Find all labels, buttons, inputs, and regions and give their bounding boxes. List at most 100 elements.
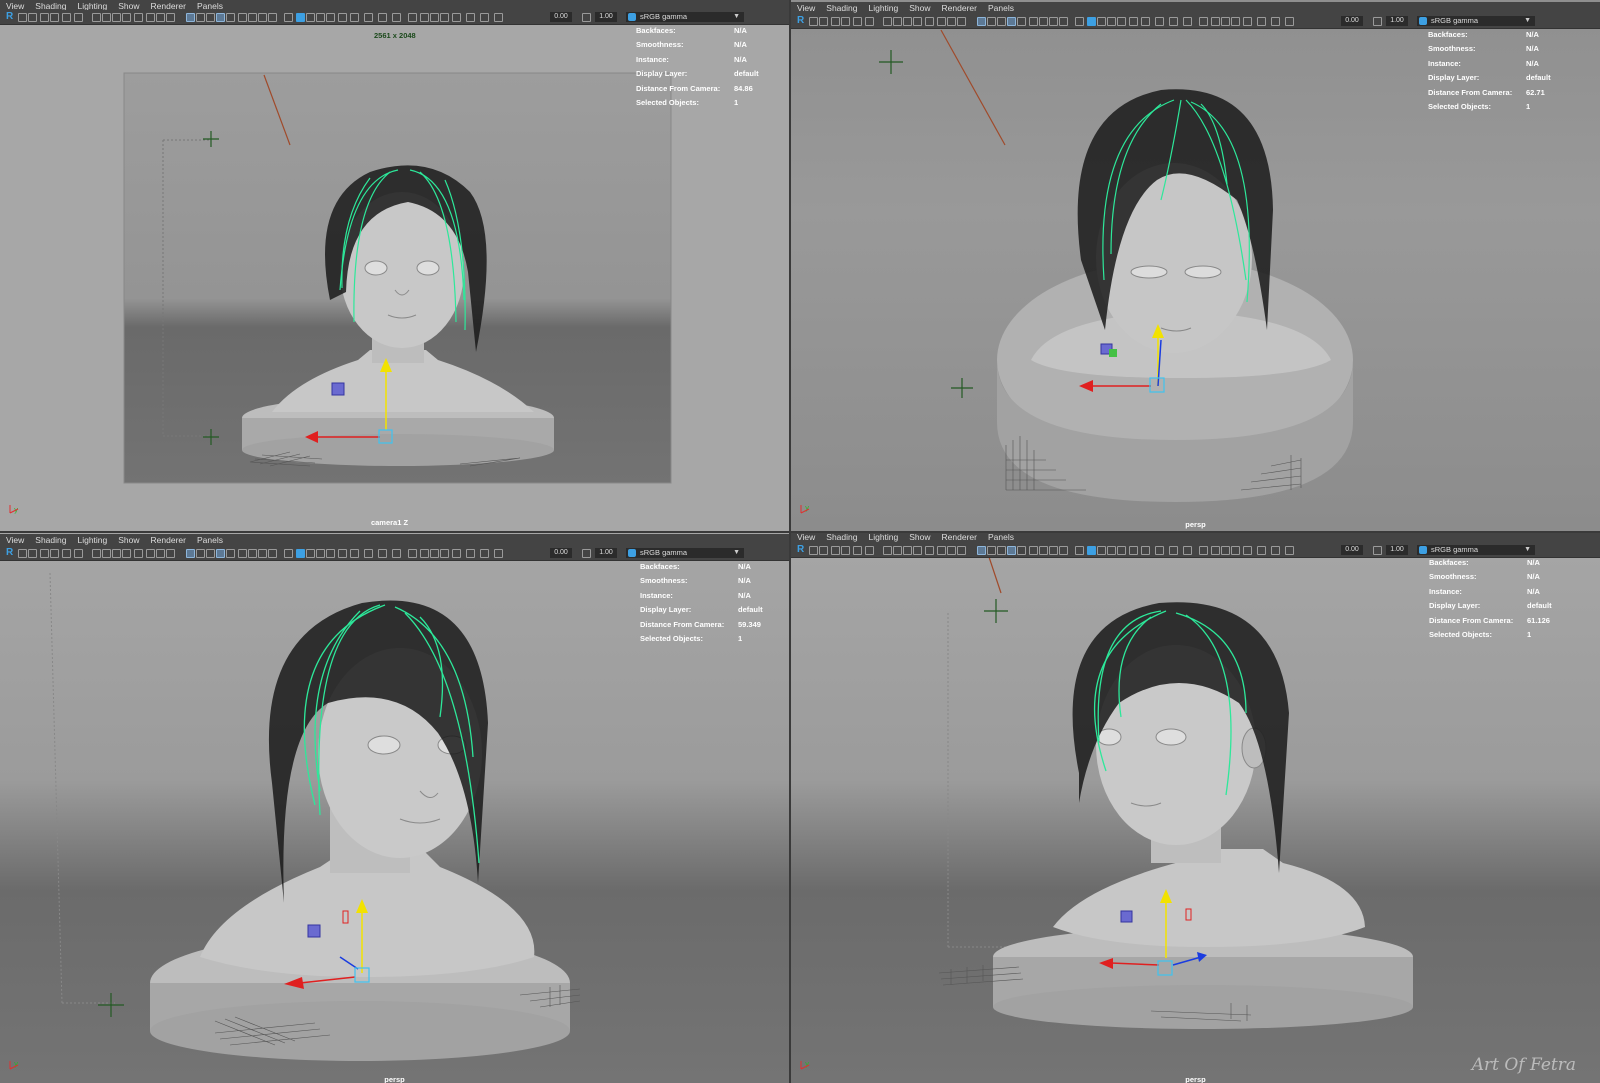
toolbar-tool-icon[interactable] bbox=[40, 13, 49, 22]
toolbar-tool-icon[interactable] bbox=[408, 549, 417, 558]
toolbar-tool-icon[interactable] bbox=[913, 546, 922, 555]
toolbar-tool-icon[interactable] bbox=[1141, 17, 1150, 26]
menu-show[interactable]: Show bbox=[118, 535, 139, 545]
toolbar-tool-icon[interactable] bbox=[1075, 546, 1084, 555]
toolbar-tool-icon[interactable] bbox=[1097, 17, 1106, 26]
toolbar-tool-icon[interactable] bbox=[440, 549, 449, 558]
toolbar-tool-icon[interactable] bbox=[306, 13, 315, 22]
r-logo-icon[interactable]: R bbox=[6, 11, 15, 22]
toolbar-tool-icon[interactable] bbox=[112, 13, 121, 22]
toolbar-tool-icon[interactable] bbox=[1059, 17, 1068, 26]
toolbar-tool-icon[interactable] bbox=[226, 13, 235, 22]
toolbar-tool-icon[interactable] bbox=[196, 13, 205, 22]
toolbar-tool-icon[interactable] bbox=[831, 17, 840, 26]
toolbar-tool-icon[interactable] bbox=[1183, 17, 1192, 26]
toolbar-tool-icon[interactable] bbox=[1141, 546, 1150, 555]
gamma-icon[interactable] bbox=[1373, 546, 1382, 555]
menu-renderer[interactable]: Renderer bbox=[942, 3, 977, 13]
toolbar-tool-icon[interactable] bbox=[62, 13, 71, 22]
toolbar-tool-icon[interactable] bbox=[1039, 17, 1048, 26]
r-logo-icon[interactable]: R bbox=[797, 15, 806, 26]
toolbar-tool-icon[interactable] bbox=[1183, 546, 1192, 555]
toolbar-tool-icon[interactable] bbox=[1155, 17, 1164, 26]
toolbar-tool-icon[interactable] bbox=[74, 13, 83, 22]
viewport-top-right[interactable]: y View Shading Lighting Show Renderer Panels … bbox=[791, 0, 1600, 531]
toolbar-tool-icon[interactable] bbox=[452, 13, 461, 22]
toolbar-tool-icon[interactable] bbox=[452, 549, 461, 558]
toolbar-tool-icon[interactable] bbox=[1243, 546, 1252, 555]
toolbar-tool-icon[interactable] bbox=[913, 17, 922, 26]
menu-shading[interactable]: Shading bbox=[826, 3, 857, 13]
toolbar-tool-icon[interactable] bbox=[1231, 546, 1240, 555]
toolbar-tool-icon[interactable] bbox=[809, 546, 818, 555]
toolbar-tool-icon[interactable] bbox=[92, 13, 101, 22]
toolbar-tool-icon[interactable] bbox=[987, 17, 996, 26]
toolbar-tool-icon[interactable] bbox=[1285, 17, 1294, 26]
toolbar-tool-icon[interactable] bbox=[28, 13, 37, 22]
toolbar-tool-icon[interactable] bbox=[494, 549, 503, 558]
gamma-icon[interactable] bbox=[582, 549, 591, 558]
toolbar-tool-icon[interactable] bbox=[1017, 546, 1026, 555]
viewport-bottom-right[interactable]: y View Shading Lighting Show Renderer Panels … bbox=[791, 533, 1600, 1083]
toolbar-tool-icon[interactable] bbox=[338, 13, 347, 22]
toolbar-tool-icon[interactable] bbox=[1155, 546, 1164, 555]
toolbar-tool-icon[interactable] bbox=[1117, 17, 1126, 26]
menu-show[interactable]: Show bbox=[909, 533, 930, 542]
toolbar-tool-icon[interactable] bbox=[957, 17, 966, 26]
toolbar-tool-icon[interactable] bbox=[865, 17, 874, 26]
toolbar-tool-icon[interactable] bbox=[430, 13, 439, 22]
toolbar-tool-icon[interactable] bbox=[1271, 17, 1280, 26]
toolbar-tool-icon[interactable] bbox=[350, 13, 359, 22]
menu-panels[interactable]: Panels bbox=[197, 535, 223, 545]
toolbar-tool-icon[interactable] bbox=[925, 17, 934, 26]
toolbar-tool-icon[interactable] bbox=[809, 17, 818, 26]
toolbar-tool-icon[interactable] bbox=[206, 13, 215, 22]
toolbar-tool-icon[interactable] bbox=[238, 549, 247, 558]
toolbar-tool-icon[interactable] bbox=[947, 17, 956, 26]
toolbar-tool-icon[interactable] bbox=[258, 549, 267, 558]
toolbar-tool-icon[interactable] bbox=[186, 549, 195, 558]
toolbar-tool-icon[interactable] bbox=[296, 13, 305, 22]
gamma-field[interactable]: 1.00 bbox=[1386, 545, 1408, 555]
toolbar-tool-icon[interactable] bbox=[883, 546, 892, 555]
viewport-top-left[interactable]: y 2561 x 2048 ViewShadingLightingShowRen… bbox=[0, 0, 789, 531]
toolbar-tool-icon[interactable] bbox=[364, 13, 373, 22]
toolbar-tool-icon[interactable] bbox=[258, 13, 267, 22]
exposure-field[interactable]: 0.00 bbox=[550, 548, 572, 558]
toolbar-tool-icon[interactable] bbox=[420, 13, 429, 22]
toolbar-tool-icon[interactable] bbox=[977, 17, 986, 26]
toolbar-tool-icon[interactable] bbox=[1107, 546, 1116, 555]
toolbar-tool-icon[interactable] bbox=[18, 13, 27, 22]
toolbar-tool-icon[interactable] bbox=[186, 13, 195, 22]
r-logo-icon[interactable]: R bbox=[797, 544, 806, 555]
toolbar-tool-icon[interactable] bbox=[166, 549, 175, 558]
toolbar-tool-icon[interactable] bbox=[903, 17, 912, 26]
toolbar-tool-icon[interactable] bbox=[903, 546, 912, 555]
toolbar-tool-icon[interactable] bbox=[146, 549, 155, 558]
toolbar-tool-icon[interactable] bbox=[378, 13, 387, 22]
toolbar-tool-icon[interactable] bbox=[1087, 546, 1096, 555]
toolbar-tool-icon[interactable] bbox=[1029, 546, 1038, 555]
toolbar-tool-icon[interactable] bbox=[296, 549, 305, 558]
gamma-icon[interactable] bbox=[582, 13, 591, 22]
toolbar-tool-icon[interactable] bbox=[1257, 546, 1266, 555]
toolbar-tool-icon[interactable] bbox=[316, 13, 325, 22]
toolbar-tool-icon[interactable] bbox=[1211, 546, 1220, 555]
gamma-field[interactable]: 1.00 bbox=[1386, 16, 1408, 26]
toolbar-tool-icon[interactable] bbox=[1107, 17, 1116, 26]
toolbar-tool-icon[interactable] bbox=[284, 549, 293, 558]
gamma-field[interactable]: 1.00 bbox=[595, 548, 617, 558]
toolbar-tool-icon[interactable] bbox=[216, 549, 225, 558]
toolbar-tool-icon[interactable] bbox=[466, 13, 475, 22]
toolbar-tool-icon[interactable] bbox=[122, 13, 131, 22]
toolbar-tool-icon[interactable] bbox=[316, 549, 325, 558]
toolbar-tool-icon[interactable] bbox=[1243, 17, 1252, 26]
toolbar-tool-icon[interactable] bbox=[92, 549, 101, 558]
toolbar-tool-icon[interactable] bbox=[392, 13, 401, 22]
viewport-bottom-left[interactable]: y View Shading Lighting Show Renderer Panels … bbox=[0, 533, 789, 1083]
toolbar-tool-icon[interactable] bbox=[1049, 17, 1058, 26]
color-space-select[interactable]: sRGB gamma ▼ bbox=[1417, 16, 1535, 26]
color-space-select[interactable]: sRGB gamma ▼ bbox=[1417, 545, 1535, 555]
color-space-select[interactable]: sRGB gamma ▼ bbox=[626, 12, 744, 22]
menu-renderer[interactable]: Renderer bbox=[942, 533, 977, 542]
